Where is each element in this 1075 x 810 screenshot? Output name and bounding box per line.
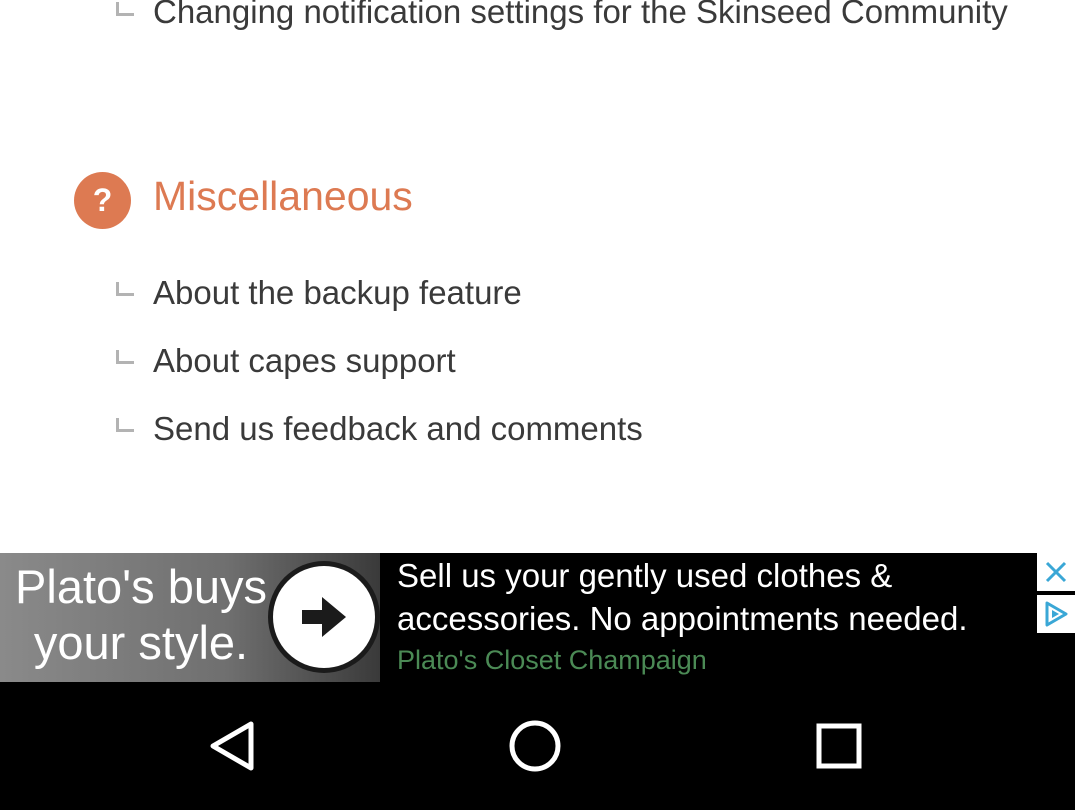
home-circle-icon[interactable]: [505, 718, 565, 774]
ad-banner[interactable]: Plato's buys your style. Sell us your ge…: [0, 553, 1075, 682]
help-item-label: About the backup feature: [153, 274, 522, 311]
tree-branch-icon: [116, 282, 134, 296]
arrow-right-icon[interactable]: [273, 566, 375, 668]
help-item-label: Send us feedback and comments: [153, 410, 643, 447]
help-item-capes-support[interactable]: About capes support: [0, 338, 1075, 384]
recents-square-icon[interactable]: [809, 718, 869, 774]
help-item-label: Changing notification settings for the S…: [153, 0, 1008, 30]
ad-advertiser: Plato's Closet Champaign: [397, 645, 707, 675]
ad-headline: Plato's buys your style.: [15, 560, 267, 669]
question-mark-icon: ?: [74, 172, 131, 229]
help-item-label: About capes support: [153, 342, 456, 379]
section-title: Miscellaneous: [153, 173, 413, 219]
tree-branch-icon: [116, 418, 134, 432]
tree-branch-icon: [116, 2, 134, 16]
help-item-send-feedback[interactable]: Send us feedback and comments: [0, 406, 1075, 452]
ad-body-text: Sell us your gently used clothes & acces…: [397, 557, 968, 637]
adchoices-icon[interactable]: [1037, 595, 1075, 633]
back-triangle-icon[interactable]: [203, 718, 263, 774]
close-icon[interactable]: [1037, 553, 1075, 591]
tree-branch-icon: [116, 350, 134, 364]
help-page: Changing notification settings for the S…: [0, 0, 1075, 810]
help-item-backup-feature[interactable]: About the backup feature: [0, 270, 1075, 316]
system-nav-bar: [0, 682, 1075, 810]
help-item-notification-settings[interactable]: Changing notification settings for the S…: [0, 0, 1075, 82]
